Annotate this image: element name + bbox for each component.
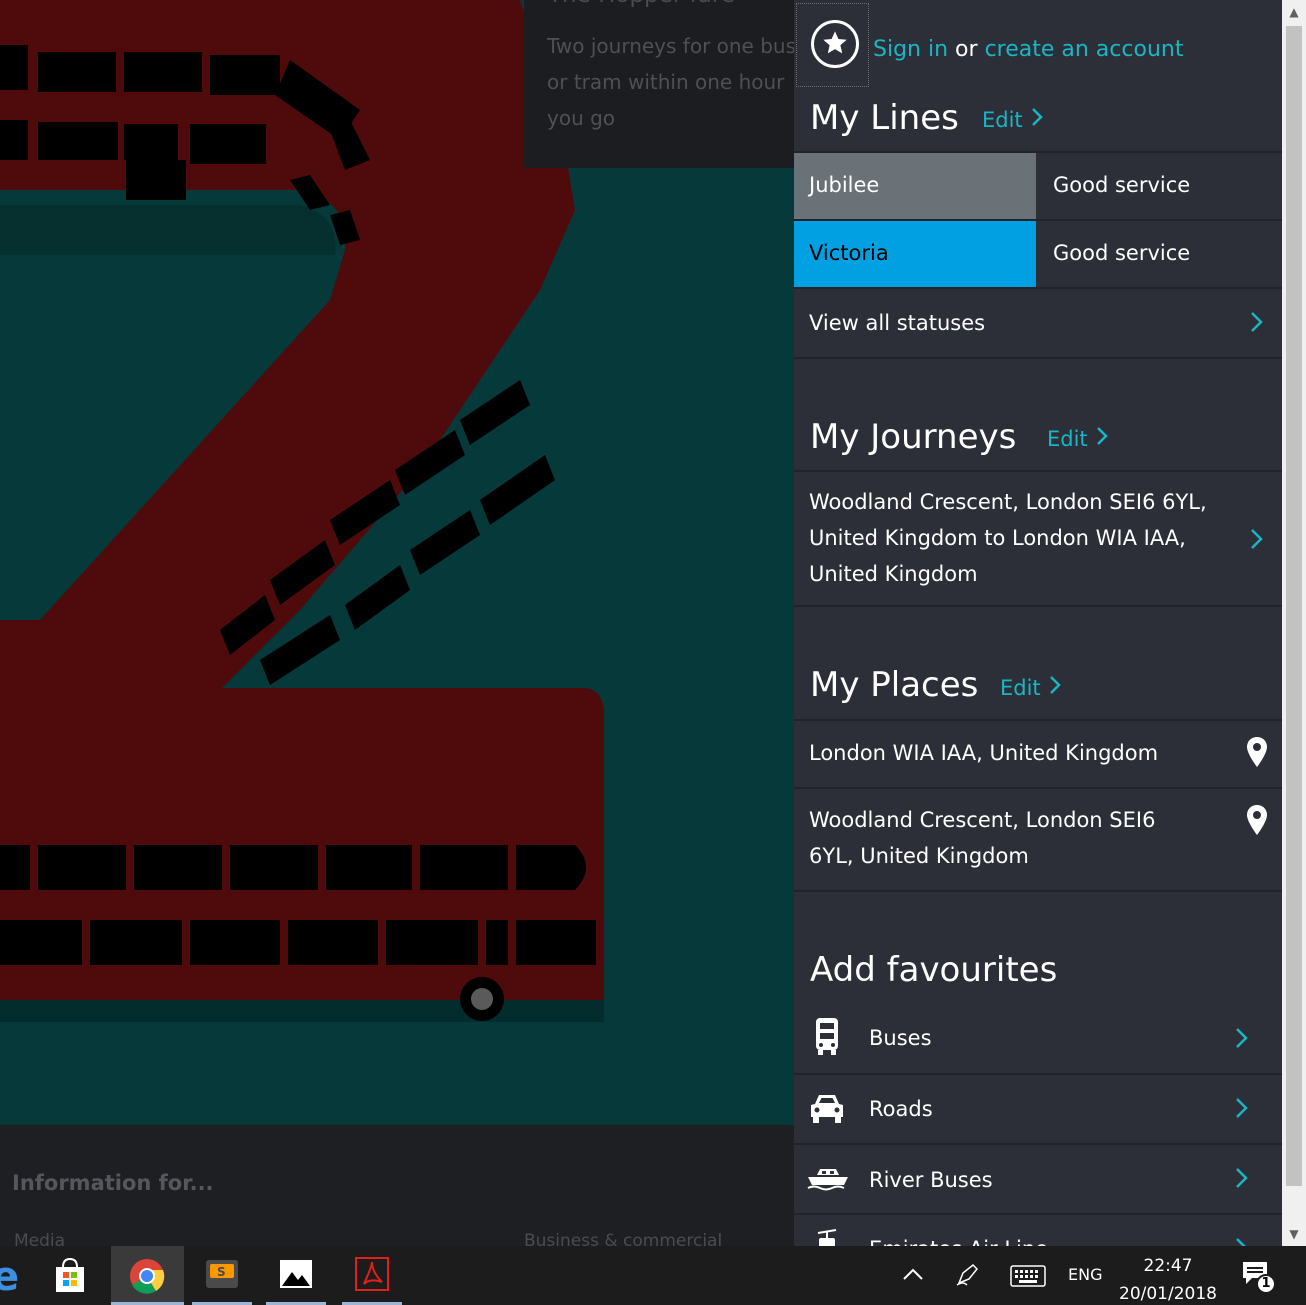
footer-title: Information for... [12, 1171, 214, 1195]
place-row-1[interactable]: London WIA IAA, United Kingdom [794, 721, 1282, 787]
my-journeys-edit-link[interactable]: Edit [1047, 426, 1108, 451]
vertical-scrollbar[interactable]: ▲ ▼ [1282, 0, 1306, 1246]
line-status-jubilee: Good service [1053, 173, 1191, 197]
or-text: or [955, 37, 978, 62]
line-row-jubilee[interactable]: Jubilee Good service [794, 153, 1282, 219]
svg-text:S: S [217, 1265, 226, 1279]
favourite-label: Roads [869, 1097, 933, 1121]
favourite-row-air-line[interactable]: Emirates Air Line [794, 1215, 1282, 1246]
divider [794, 890, 1282, 892]
line-status-victoria: Good service [1053, 241, 1191, 265]
signin-text: Sign in or create an account [873, 37, 1183, 62]
action-center-button[interactable]: 1 [1240, 1260, 1280, 1300]
svg-text:e: e [0, 1254, 18, 1300]
journey-text: Woodland Crescent, London SEI6 6YL, Unit… [809, 484, 1239, 592]
journey-line: United Kingdom to London WIA IAA, [809, 526, 1186, 550]
line-name-victoria: Victoria [794, 221, 1036, 287]
place-label: London WIA IAA, United Kingdom [809, 741, 1159, 765]
hopper-card: Two journeys for one bus or tram within … [524, 0, 794, 168]
acrobat-icon[interactable] [342, 1246, 402, 1305]
view-all-statuses-row[interactable]: View all statuses [794, 289, 1282, 357]
car-icon [811, 1095, 843, 1123]
edit-label: Edit [1047, 427, 1088, 451]
favourite-row-river-buses[interactable]: River Buses [794, 1145, 1282, 1213]
favourites-panel: Sign in or create an account My Lines Edit… [794, 0, 1282, 1246]
chevron-right-icon [1031, 107, 1043, 132]
chevron-right-icon [1236, 1028, 1248, 1048]
my-lines-title: My Lines [810, 98, 959, 138]
line-row-victoria[interactable]: Victoria Good service [794, 221, 1282, 287]
chevron-right-icon [1236, 1168, 1248, 1188]
place-row-2[interactable]: Woodland Crescent, London SEI6 6YL, Unit… [794, 789, 1282, 890]
line-name-jubilee: Jubilee [794, 153, 1036, 219]
map-pin-icon[interactable] [1246, 736, 1268, 768]
scrollbar-thumb[interactable] [1286, 26, 1302, 1186]
favourite-row-buses[interactable]: Buses [794, 1003, 1282, 1073]
my-journeys-title: My Journeys [810, 417, 1017, 457]
view-all-statuses-label: View all statuses [809, 311, 986, 335]
hopper-illustration [0, 0, 604, 1022]
photos-icon[interactable] [266, 1246, 326, 1305]
hopper-text: Two journeys for one bus or tram within … [547, 34, 794, 130]
scroll-down-arrow-icon[interactable]: ▼ [1282, 1222, 1306, 1246]
store-icon[interactable] [40, 1246, 100, 1305]
journey-row[interactable]: Woodland Crescent, London SEI6 6YL, Unit… [794, 472, 1282, 606]
bus-icon [816, 1018, 838, 1055]
edit-label: Edit [982, 108, 1023, 132]
my-lines-edit-link[interactable]: Edit [982, 107, 1043, 132]
notification-badge: 1 [1256, 1274, 1276, 1294]
cable-car-icon [817, 1229, 837, 1246]
create-account-link[interactable]: create an account [985, 37, 1184, 62]
clock[interactable]: 22:47 20/01/2018 [1118, 1252, 1218, 1305]
language-indicator[interactable]: ENG [1068, 1265, 1102, 1305]
sign-in-link[interactable]: Sign in [873, 37, 948, 62]
favourite-label: River Buses [869, 1168, 993, 1192]
place-line: 6YL, United Kingdom [809, 844, 1029, 868]
favourites-star-button[interactable] [796, 3, 869, 87]
divider [794, 605, 1282, 607]
chrome-icon[interactable] [111, 1246, 184, 1305]
hopper-title: The Hopper fare [548, 0, 735, 8]
clock-time: 22:47 [1143, 1256, 1193, 1276]
boat-icon [807, 1169, 848, 1191]
background-page: Two journeys for one bus or tram within … [0, 0, 794, 1125]
my-places-title: My Places [810, 665, 979, 705]
edge-icon[interactable]: e [0, 1246, 19, 1305]
page-footer: Information for... Media Business & comm… [0, 1125, 794, 1251]
journey-line: United Kingdom [809, 562, 978, 586]
journey-line: Woodland Crescent, London SEI6 6YL, [809, 490, 1207, 514]
add-favourites-title: Add favourites [810, 950, 1058, 990]
favourite-label: Emirates Air Line [869, 1237, 1048, 1246]
chevron-up-icon[interactable] [900, 1264, 926, 1284]
divider [794, 357, 1282, 359]
signin-row: Sign in or create an account [794, 0, 1282, 90]
keyboard-icon[interactable] [1010, 1265, 1046, 1287]
pen-icon[interactable] [955, 1263, 981, 1287]
scroll-up-arrow-icon[interactable]: ▲ [1282, 0, 1306, 24]
sublime-text-icon[interactable]: S [192, 1246, 252, 1305]
chevron-right-icon [1251, 529, 1263, 549]
place-line: Woodland Crescent, London SEI6 [809, 808, 1156, 832]
chevron-right-icon [1236, 1238, 1246, 1246]
taskbar: e S ENG 22:47 20/01/2018 1 [0, 1246, 1306, 1305]
favourite-label: Buses [869, 1026, 932, 1050]
chevron-right-icon [1236, 1098, 1248, 1118]
map-pin-icon[interactable] [1246, 804, 1268, 836]
star-icon [811, 20, 859, 68]
edit-label: Edit [1000, 676, 1041, 700]
clock-date: 20/01/2018 [1119, 1284, 1217, 1304]
chevron-right-icon [1096, 426, 1108, 451]
favourite-row-roads[interactable]: Roads [794, 1075, 1282, 1143]
chevron-right-icon [1049, 675, 1061, 700]
place-label: Woodland Crescent, London SEI6 6YL, Unit… [809, 802, 1155, 874]
chevron-right-icon [1251, 312, 1263, 332]
my-places-edit-link[interactable]: Edit [1000, 675, 1061, 700]
